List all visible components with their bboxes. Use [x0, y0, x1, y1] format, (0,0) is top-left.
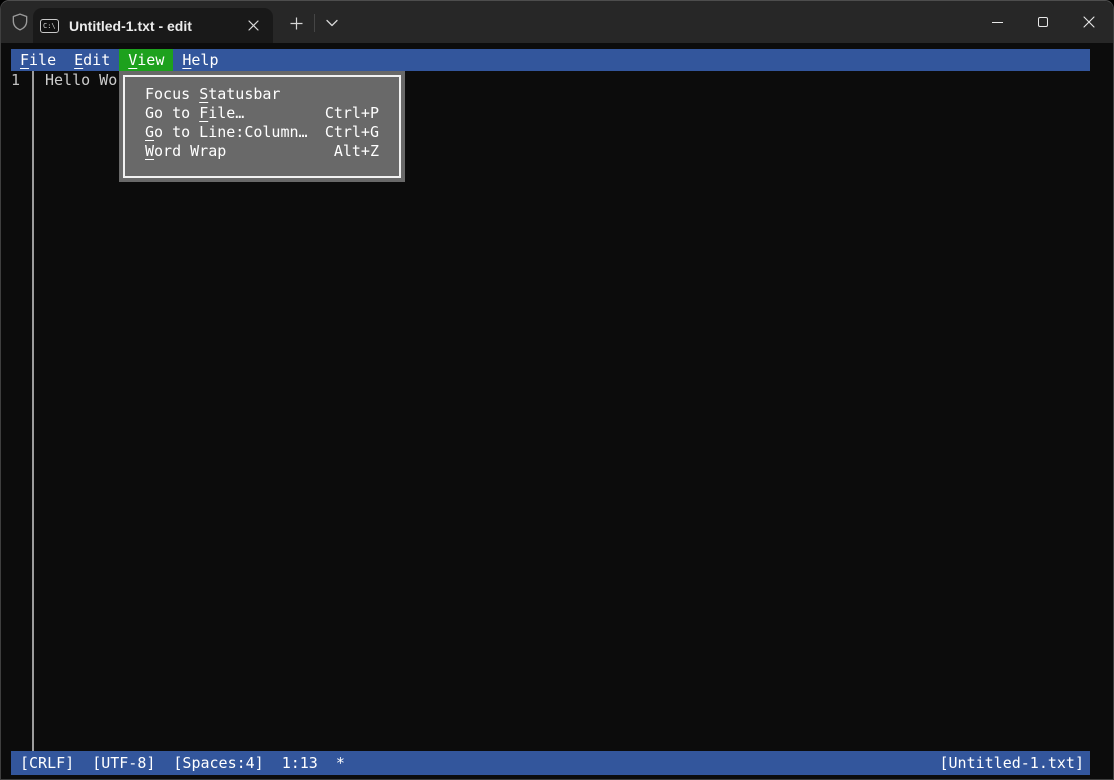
menu-item-shortcut: Alt+Z: [333, 142, 379, 160]
terminal-tab[interactable]: C:\ Untitled-1.txt - edit: [33, 8, 273, 43]
tab-dropdown-button[interactable]: [318, 10, 346, 36]
menu-item-label: Go to Line:Column…: [145, 123, 308, 141]
minimize-button[interactable]: [974, 1, 1020, 43]
maximize-icon: [1038, 17, 1048, 27]
new-tab-button[interactable]: [282, 10, 310, 36]
maximize-button[interactable]: [1020, 1, 1066, 43]
window-controls: [974, 1, 1112, 43]
tab-bar-divider: [314, 14, 315, 32]
menu-file[interactable]: File: [11, 49, 65, 71]
status-bar: [CRLF] [UTF-8] [Spaces:4] 1:13 * [Untitled-1…: [11, 751, 1090, 775]
menu-item-word-wrap[interactable]: Word Wrap Alt+Z: [145, 142, 379, 161]
editor-line-text: Hello Wo: [45, 71, 118, 89]
status-document-name[interactable]: [Untitled-1.txt]: [940, 751, 1085, 775]
menu-edit[interactable]: Edit: [65, 49, 119, 71]
status-indentation[interactable]: [Spaces:4]: [173, 751, 263, 775]
tab-title: Untitled-1.txt - edit: [69, 17, 192, 34]
close-button[interactable]: [1066, 1, 1112, 43]
tab-close-icon[interactable]: [241, 14, 265, 38]
menu-item-label: Word Wrap: [145, 142, 227, 160]
menu-item-go-to-line-column[interactable]: Go to Line:Column… Ctrl+G: [145, 123, 379, 142]
status-cursor-position[interactable]: 1:13: [282, 751, 318, 775]
terminal-content: File Edit View Help 1 Hello Wo Focus Sta…: [1, 43, 1113, 779]
gutter-separator: [32, 71, 34, 751]
menu-item-shortcut: Ctrl+G: [324, 123, 379, 141]
command-prompt-icon: C:\: [40, 18, 59, 33]
menu-item-shortcut: Ctrl+P: [324, 104, 379, 122]
admin-shield-icon: [9, 11, 31, 33]
menu-item-focus-statusbar[interactable]: Focus Statusbar: [145, 85, 379, 104]
menu-item-label: Go to File…: [145, 104, 245, 122]
status-encoding[interactable]: [UTF-8]: [92, 751, 155, 775]
line-number: 1: [11, 71, 21, 89]
modified-indicator: *: [335, 754, 345, 772]
status-line-ending[interactable]: [CRLF]: [20, 751, 74, 775]
window-close-icon: [1083, 16, 1095, 28]
view-menu-border: Focus Statusbar Go to File… Ctrl+P Go to…: [123, 75, 401, 178]
menu-item-label: Focus Statusbar: [145, 85, 281, 103]
menu-help[interactable]: Help: [173, 49, 227, 71]
view-menu-dropdown: Focus Statusbar Go to File… Ctrl+P Go to…: [119, 71, 405, 182]
menu-view[interactable]: View: [119, 49, 174, 71]
menu-bar: File Edit View Help: [11, 49, 1090, 71]
app-window: C:\ Untitled-1.txt - edit File Edit View…: [0, 0, 1114, 780]
title-bar: C:\ Untitled-1.txt - edit: [1, 1, 1113, 43]
menu-item-go-to-file[interactable]: Go to File… Ctrl+P: [145, 104, 379, 123]
minimize-icon: [991, 21, 1003, 23]
